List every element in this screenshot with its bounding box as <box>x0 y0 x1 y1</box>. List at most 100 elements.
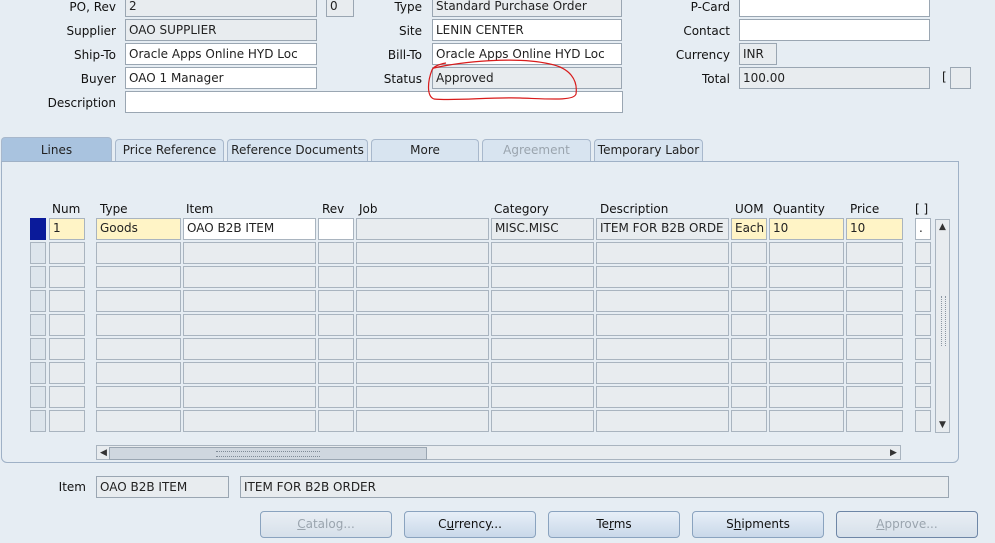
terms-button[interactable]: Terms <box>548 511 680 538</box>
row-indicator[interactable] <box>30 410 46 432</box>
cell-flex[interactable] <box>915 386 931 408</box>
cell-type[interactable] <box>96 266 181 288</box>
cell-type[interactable] <box>96 338 181 360</box>
cell-description[interactable] <box>596 386 729 408</box>
cell-category[interactable] <box>491 386 594 408</box>
cell-item[interactable] <box>183 242 316 264</box>
cell-num[interactable] <box>49 266 85 288</box>
cell-quantity[interactable] <box>769 290 844 312</box>
cell-num[interactable] <box>49 314 85 336</box>
row-indicator[interactable] <box>30 218 46 240</box>
cell-quantity[interactable] <box>769 386 844 408</box>
cell-quantity[interactable] <box>769 362 844 384</box>
po-type-field[interactable]: Standard Purchase Order <box>432 0 622 17</box>
cell-flex[interactable] <box>915 338 931 360</box>
row-indicator[interactable] <box>30 290 46 312</box>
cell-item[interactable] <box>183 410 316 432</box>
cell-quantity[interactable] <box>769 266 844 288</box>
cell-flex[interactable] <box>915 266 931 288</box>
cell-rev[interactable] <box>318 410 354 432</box>
shipments-button[interactable]: Shipments <box>692 511 824 538</box>
buyer-field[interactable]: OAO 1 Manager <box>125 67 317 89</box>
lines-horizontal-scrollbar[interactable]: ◀ ▶ <box>96 445 901 460</box>
cell-job[interactable] <box>356 218 489 240</box>
cell-description[interactable]: ITEM FOR B2B ORDE <box>596 218 729 240</box>
cell-description[interactable] <box>596 314 729 336</box>
cell-uom[interactable] <box>731 314 767 336</box>
pcard-field[interactable] <box>739 0 930 17</box>
total-field[interactable]: 100.00 <box>739 67 930 89</box>
catalog-button[interactable]: Catalog... <box>260 511 392 538</box>
cell-flex[interactable] <box>915 314 931 336</box>
cell-description[interactable] <box>596 362 729 384</box>
scroll-down-icon[interactable]: ▼ <box>939 419 946 431</box>
cell-flex[interactable] <box>915 410 931 432</box>
cell-uom[interactable] <box>731 362 767 384</box>
cell-item[interactable]: OAO B2B ITEM <box>183 218 316 240</box>
cell-description[interactable] <box>596 410 729 432</box>
cell-job[interactable] <box>356 242 489 264</box>
scroll-up-icon[interactable]: ▲ <box>939 221 946 233</box>
contact-field[interactable] <box>739 19 930 41</box>
tab-more[interactable]: More <box>371 139 479 161</box>
cell-quantity[interactable] <box>769 338 844 360</box>
tab-agreement[interactable]: Agreement <box>482 139 591 161</box>
cell-num[interactable] <box>49 362 85 384</box>
scroll-left-icon[interactable]: ◀ <box>100 447 107 459</box>
cell-type[interactable] <box>96 242 181 264</box>
tab-price-reference[interactable]: Price Reference <box>115 139 224 161</box>
cell-uom[interactable] <box>731 410 767 432</box>
cell-type[interactable] <box>96 314 181 336</box>
tab-lines[interactable]: Lines <box>1 137 112 161</box>
row-indicator[interactable] <box>30 338 46 360</box>
vertical-scroll-grip[interactable] <box>941 296 946 346</box>
cell-num[interactable] <box>49 242 85 264</box>
row-indicator[interactable] <box>30 242 46 264</box>
cell-job[interactable] <box>356 266 489 288</box>
cell-rev[interactable] <box>318 338 354 360</box>
cell-item[interactable] <box>183 290 316 312</box>
cell-type[interactable] <box>96 386 181 408</box>
cell-uom[interactable] <box>731 386 767 408</box>
cell-uom[interactable] <box>731 338 767 360</box>
cell-job[interactable] <box>356 338 489 360</box>
cell-category[interactable] <box>491 338 594 360</box>
cell-job[interactable] <box>356 314 489 336</box>
cell-flex[interactable]: . <box>915 218 931 240</box>
cell-uom[interactable]: Each <box>731 218 767 240</box>
row-indicator[interactable] <box>30 362 46 384</box>
cell-category[interactable] <box>491 290 594 312</box>
cell-type[interactable] <box>96 362 181 384</box>
cell-rev[interactable] <box>318 362 354 384</box>
cell-job[interactable] <box>356 410 489 432</box>
cell-price[interactable] <box>846 314 903 336</box>
tab-temporary-labor[interactable]: Temporary Labor <box>594 139 703 161</box>
cell-rev[interactable] <box>318 386 354 408</box>
cell-description[interactable] <box>596 242 729 264</box>
currency-field[interactable]: INR <box>739 43 777 65</box>
site-field[interactable]: LENIN CENTER <box>432 19 622 41</box>
scroll-right-icon[interactable]: ▶ <box>890 447 897 459</box>
cell-flex[interactable] <box>915 242 931 264</box>
cell-rev[interactable] <box>318 242 354 264</box>
cell-category[interactable] <box>491 410 594 432</box>
cell-quantity[interactable] <box>769 314 844 336</box>
cell-category[interactable] <box>491 362 594 384</box>
row-indicator[interactable] <box>30 266 46 288</box>
cell-price[interactable] <box>846 410 903 432</box>
cell-item[interactable] <box>183 314 316 336</box>
cell-rev[interactable] <box>318 290 354 312</box>
approve-button[interactable]: Approve... <box>836 511 978 538</box>
row-indicator[interactable] <box>30 386 46 408</box>
cell-item[interactable] <box>183 386 316 408</box>
cell-quantity[interactable]: 10 <box>769 218 844 240</box>
cell-price[interactable] <box>846 290 903 312</box>
tab-reference-documents[interactable]: Reference Documents <box>227 139 368 161</box>
cell-item[interactable] <box>183 338 316 360</box>
cell-category[interactable] <box>491 266 594 288</box>
cell-uom[interactable] <box>731 242 767 264</box>
po-number-field[interactable]: 2 <box>125 0 317 17</box>
cell-price[interactable] <box>846 338 903 360</box>
cell-flex[interactable] <box>915 290 931 312</box>
cell-description[interactable] <box>596 266 729 288</box>
